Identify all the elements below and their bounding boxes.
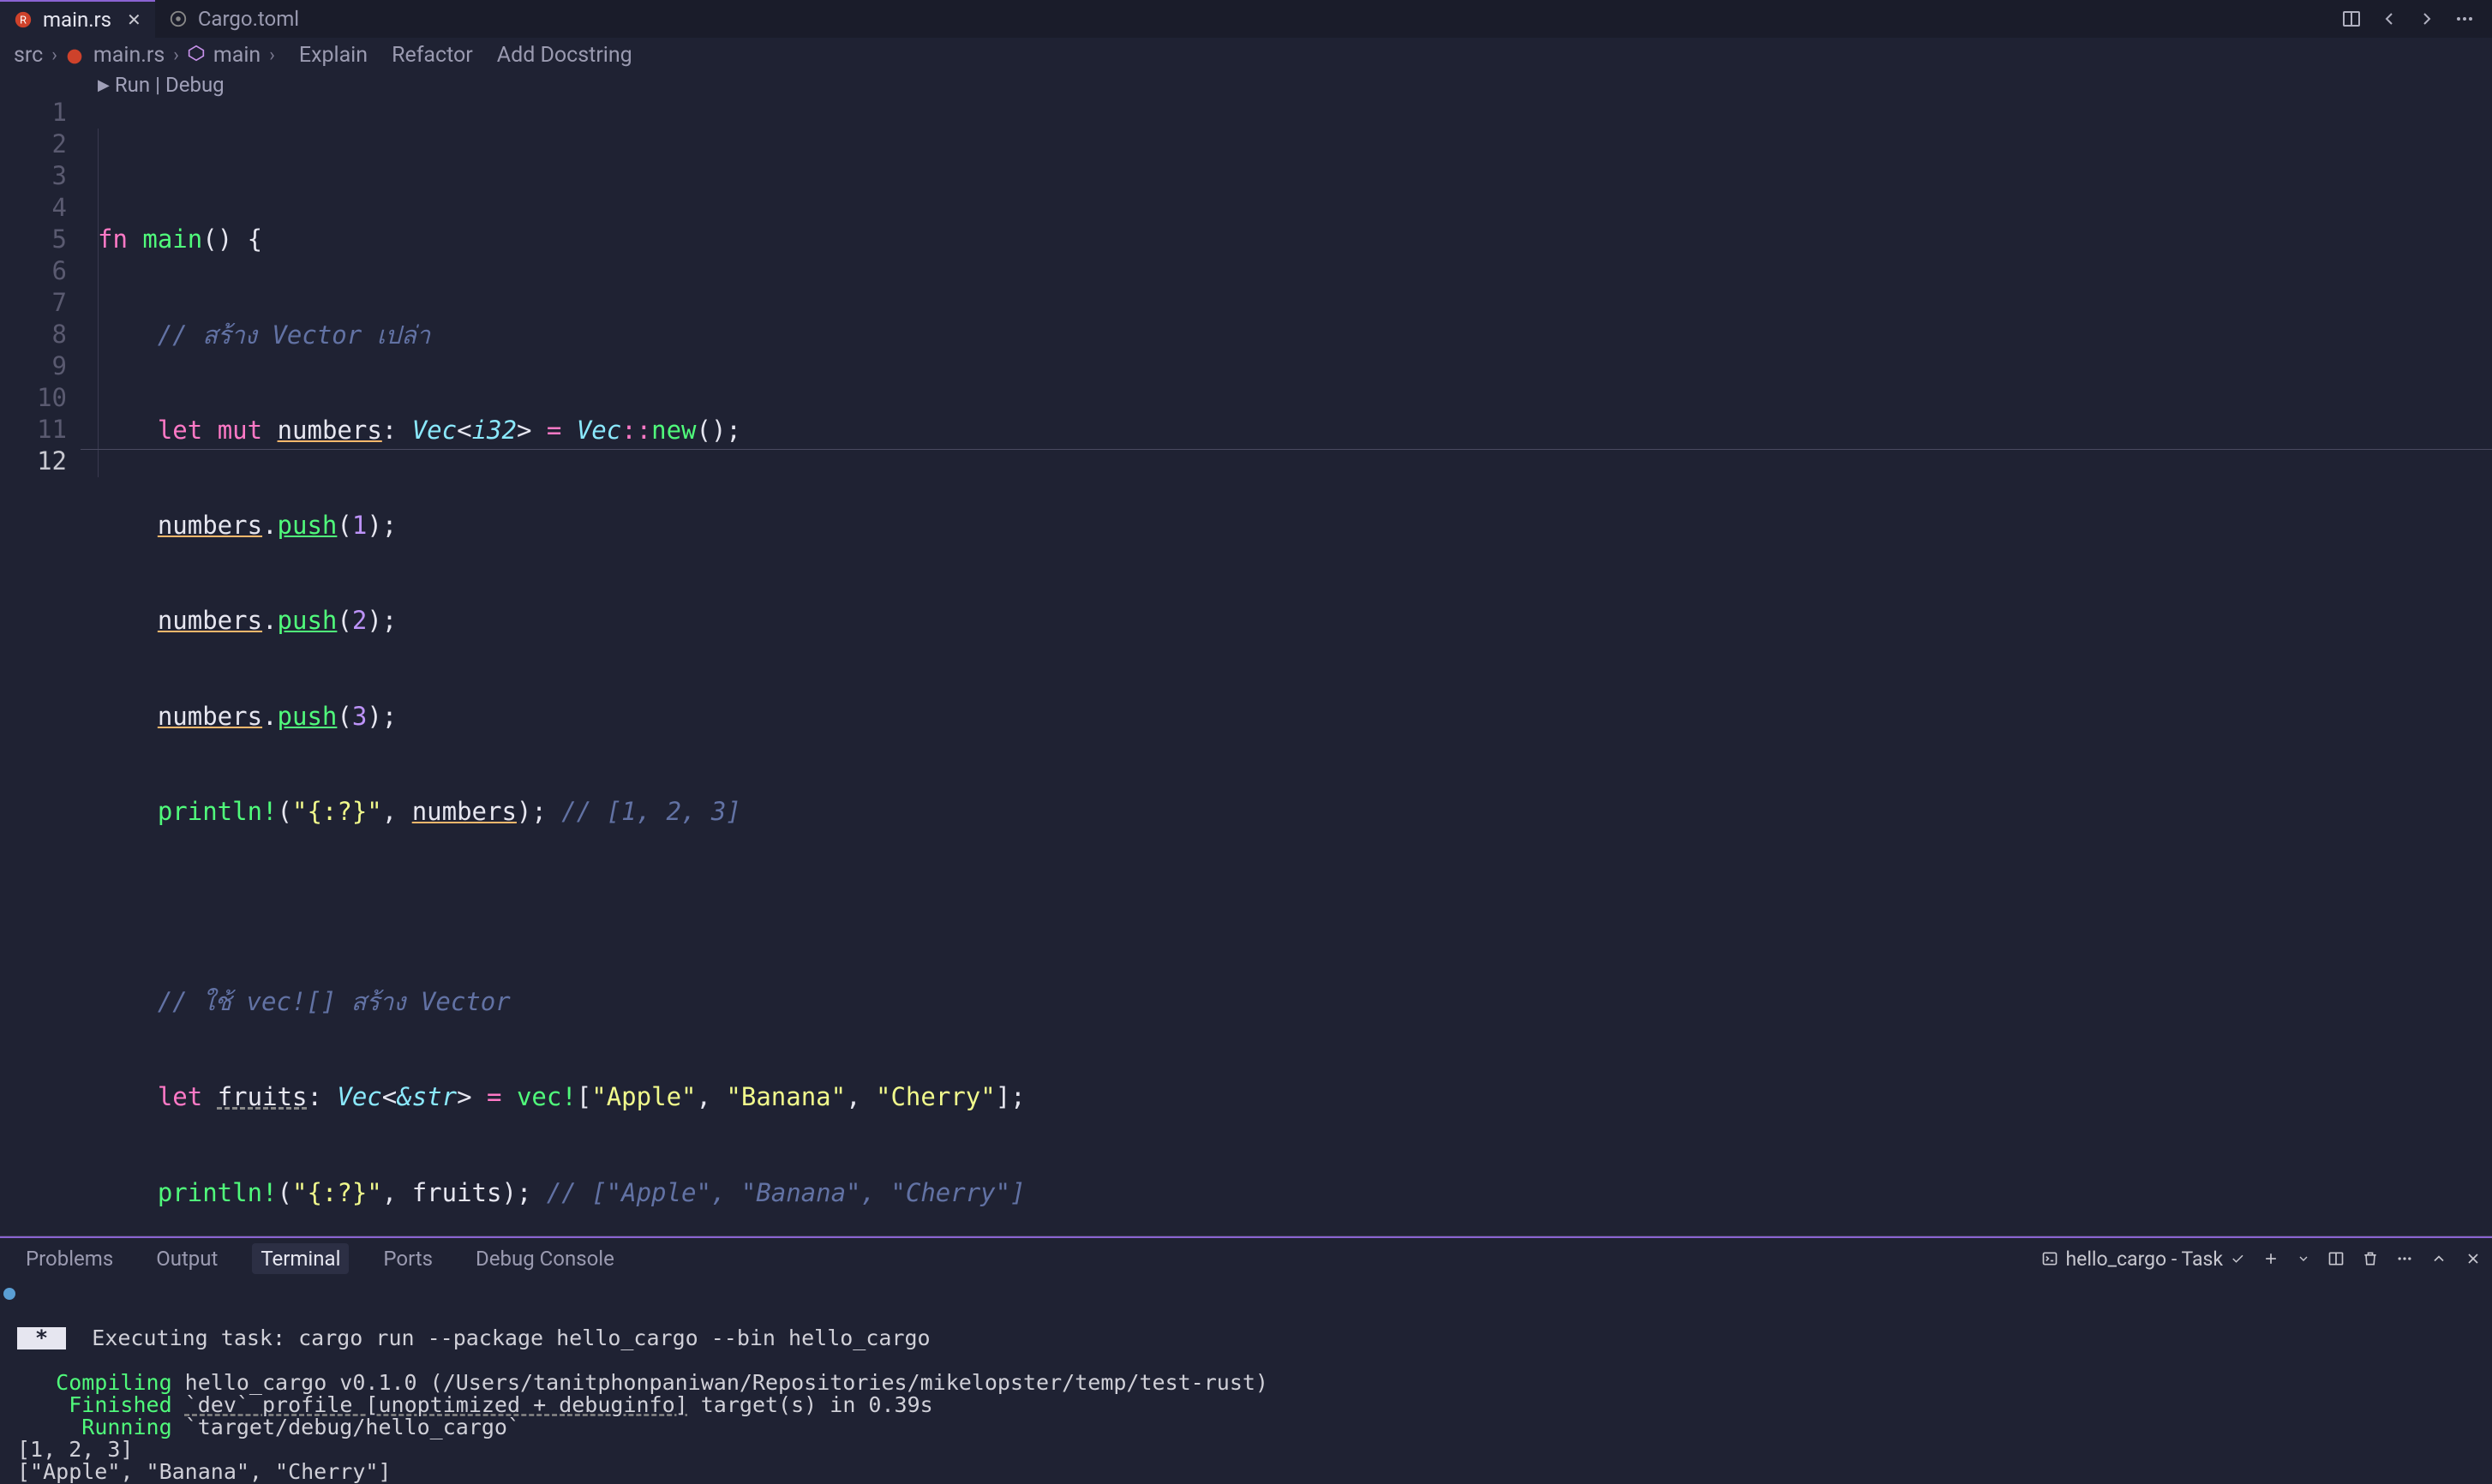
breadcrumb-seg[interactable]: main.rs	[93, 43, 165, 68]
line-number: 2	[0, 129, 67, 160]
symbol-icon	[188, 43, 205, 68]
rust-icon	[66, 46, 85, 65]
line-number-gutter: 1 2 3 4 5 6 7 8 9 10 11 12	[0, 97, 81, 1236]
more-icon[interactable]	[2396, 1250, 2413, 1267]
tab-ports[interactable]: Ports	[374, 1243, 441, 1274]
line-number: 1	[0, 97, 67, 129]
new-terminal-icon[interactable]	[2262, 1250, 2279, 1267]
chevron-down-icon[interactable]	[2297, 1252, 2310, 1266]
gear-icon	[169, 9, 188, 28]
trash-icon[interactable]	[2362, 1250, 2379, 1267]
tab-debug-console[interactable]: Debug Console	[467, 1243, 623, 1274]
more-icon[interactable]	[2454, 9, 2475, 29]
codelens: ▶ Run | Debug	[0, 73, 2492, 97]
tab-problems[interactable]: Problems	[17, 1243, 122, 1274]
close-icon[interactable]: ✕	[127, 9, 141, 30]
code-content[interactable]: fn main() { // สร้าง Vector เปล่า let mu…	[81, 97, 2492, 1236]
split-editor-icon[interactable]	[2341, 9, 2362, 29]
tab-label: Cargo.toml	[198, 7, 299, 31]
panel-actions: hello_cargo - Task	[2041, 1248, 2482, 1271]
breadcrumb-seg[interactable]: src	[14, 43, 43, 68]
chevron-right-icon: ›	[51, 45, 57, 66]
run-codelens[interactable]: Run	[115, 73, 150, 97]
line-number: 9	[0, 350, 67, 382]
line-number: 10	[0, 382, 67, 414]
panel-tabs: Problems Output Terminal Ports Debug Con…	[0, 1238, 2492, 1279]
tab-main-rs[interactable]: R main.rs ✕	[0, 0, 155, 38]
tab-label: main.rs	[43, 8, 111, 32]
tab-bar: R main.rs ✕ Cargo.toml	[0, 0, 2492, 38]
line-number: 7	[0, 287, 67, 319]
terminal-output[interactable]: * Executing task: cargo run --package he…	[0, 1279, 2492, 1484]
line-number: 8	[0, 319, 67, 350]
refactor-action[interactable]: Refactor	[392, 43, 473, 68]
code-editor[interactable]: 1 2 3 4 5 6 7 8 9 10 11 12 fn main() { /…	[0, 97, 2492, 1236]
bottom-panel: Problems Output Terminal Ports Debug Con…	[0, 1236, 2492, 1484]
tab-terminal[interactable]: Terminal	[252, 1243, 349, 1274]
debug-codelens[interactable]: Debug	[165, 73, 225, 97]
task-marker: *	[17, 1327, 66, 1349]
breadcrumb: src › main.rs › main › Explain Refactor …	[0, 38, 2492, 73]
svg-text:R: R	[20, 15, 27, 27]
current-line-highlight	[81, 449, 2492, 450]
tab-output[interactable]: Output	[147, 1243, 226, 1274]
close-panel-icon[interactable]	[2465, 1250, 2482, 1267]
indent-guide	[98, 129, 99, 477]
task-running-dot-icon	[3, 1288, 15, 1300]
titlebar-actions	[2341, 9, 2492, 29]
forward-icon[interactable]	[2417, 9, 2437, 29]
rust-icon: R	[14, 10, 33, 29]
line-number: 6	[0, 255, 67, 287]
split-terminal-icon[interactable]	[2327, 1250, 2345, 1267]
line-number: 12	[0, 446, 67, 477]
chevron-right-icon: ›	[269, 45, 275, 66]
back-icon[interactable]	[2379, 9, 2399, 29]
line-number: 11	[0, 414, 67, 446]
add-docstring-action[interactable]: Add Docstring	[497, 43, 632, 68]
play-icon: ▶	[98, 76, 110, 94]
tab-cargo-toml[interactable]: Cargo.toml	[155, 0, 313, 38]
line-number: 3	[0, 160, 67, 192]
codelens-sep: |	[155, 73, 160, 97]
explain-action[interactable]: Explain	[299, 43, 368, 68]
line-number: 4	[0, 192, 67, 224]
line-number: 5	[0, 224, 67, 255]
chevron-up-icon[interactable]	[2430, 1250, 2447, 1267]
chevron-right-icon: ›	[173, 45, 179, 66]
breadcrumb-seg[interactable]: main	[213, 43, 261, 68]
terminal-task-name[interactable]: hello_cargo - Task	[2041, 1248, 2245, 1271]
